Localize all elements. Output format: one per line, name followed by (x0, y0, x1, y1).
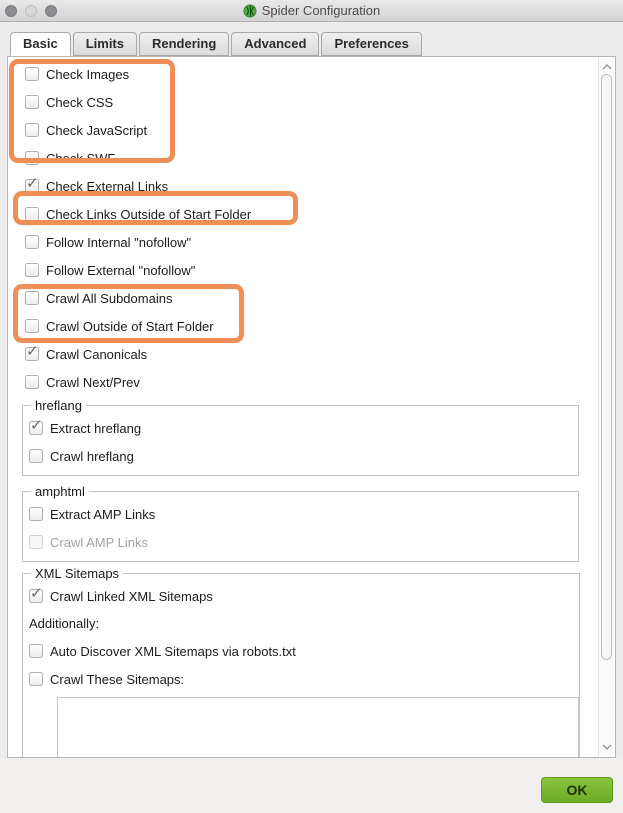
tab-basic[interactable]: Basic (10, 32, 71, 56)
checkbox-list: ✓ Check Images ✓ Check CSS ✓ Check JavaS… (8, 57, 615, 396)
checkbox-label: Crawl AMP Links (50, 535, 148, 550)
checkbox-label: Check CSS (46, 95, 113, 110)
row-check-swf: ✓ Check SWF (8, 144, 615, 172)
auto-discover-sitemaps-checkbox[interactable]: ✓ (29, 644, 43, 658)
scroll-up-icon[interactable] (602, 63, 612, 71)
xml-sitemaps-group: XML Sitemaps ✓ Crawl Linked XML Sitemaps… (22, 566, 580, 758)
row-check-javascript: ✓ Check JavaScript (8, 116, 615, 144)
tab-preferences[interactable]: Preferences (321, 32, 421, 56)
row-crawl-amp-links: ✓ Crawl AMP Links (26, 528, 578, 556)
check-swf-checkbox[interactable]: ✓ (25, 151, 39, 165)
crawl-next-prev-checkbox[interactable]: ✓ (25, 375, 39, 389)
minimize-window-icon[interactable] (25, 5, 37, 17)
row-crawl-canonicals: ✓ Crawl Canonicals (8, 340, 615, 368)
row-follow-internal-nofollow: ✓ Follow Internal "nofollow" (8, 228, 615, 256)
row-check-external-links: ✓ Check External Links (8, 172, 615, 200)
crawl-all-subdomains-checkbox[interactable]: ✓ (25, 291, 39, 305)
row-crawl-hreflang: ✓ Crawl hreflang (26, 442, 578, 470)
spider-app-icon (243, 4, 257, 18)
window-title: Spider Configuration (262, 3, 381, 18)
checkbox-label: Crawl hreflang (50, 449, 134, 464)
check-css-checkbox[interactable]: ✓ (25, 95, 39, 109)
checkbox-label: Crawl Outside of Start Folder (46, 319, 214, 334)
basic-tab-panel: ✓ Check Images ✓ Check CSS ✓ Check JavaS… (7, 56, 616, 758)
vertical-scrollbar[interactable] (598, 58, 614, 756)
checkbox-label: Extract AMP Links (50, 507, 155, 522)
crawl-linked-xml-sitemaps-checkbox[interactable]: ✓ (29, 589, 43, 603)
scroll-down-icon[interactable] (602, 743, 612, 751)
checkbox-label: Follow External "nofollow" (46, 263, 195, 278)
checkbox-label: Crawl These Sitemaps: (50, 672, 184, 687)
checkbox-label: Auto Discover XML Sitemaps via robots.tx… (50, 644, 296, 659)
additionally-label: Additionally: (26, 610, 579, 637)
row-crawl-linked-xml-sitemaps: ✓ Crawl Linked XML Sitemaps (26, 582, 579, 610)
tab-limits[interactable]: Limits (73, 32, 137, 56)
row-check-images: ✓ Check Images (8, 60, 615, 88)
check-javascript-checkbox[interactable]: ✓ (25, 123, 39, 137)
check-links-outside-checkbox[interactable]: ✓ (25, 207, 39, 221)
crawl-hreflang-checkbox[interactable]: ✓ (29, 449, 43, 463)
checkbox-label: Crawl Next/Prev (46, 375, 140, 390)
hreflang-group: hreflang ✓ Extract hreflang ✓ Crawl href… (22, 398, 579, 476)
checkbox-label: Check Images (46, 67, 129, 82)
row-crawl-outside-start-folder: ✓ Crawl Outside of Start Folder (8, 312, 615, 340)
row-crawl-next-prev: ✓ Crawl Next/Prev (8, 368, 615, 396)
checkbox-label: Follow Internal "nofollow" (46, 235, 191, 250)
check-external-links-checkbox[interactable]: ✓ (25, 179, 39, 193)
zoom-window-icon[interactable] (45, 5, 57, 17)
amphtml-legend: amphtml (31, 484, 89, 499)
ok-button[interactable]: OK (541, 777, 613, 803)
crawl-these-sitemaps-checkbox[interactable]: ✓ (29, 672, 43, 686)
checkbox-label: Check External Links (46, 179, 168, 194)
checkbox-label: Check JavaScript (46, 123, 147, 138)
crawl-outside-start-folder-checkbox[interactable]: ✓ (25, 319, 39, 333)
row-extract-hreflang: ✓ Extract hreflang (26, 414, 578, 442)
crawl-amp-links-checkbox: ✓ (29, 535, 43, 549)
follow-external-nofollow-checkbox[interactable]: ✓ (25, 263, 39, 277)
sitemaps-list-input[interactable] (57, 697, 579, 758)
tab-rendering[interactable]: Rendering (139, 32, 229, 56)
row-crawl-all-subdomains: ✓ Crawl All Subdomains (8, 284, 615, 312)
amphtml-group: amphtml ✓ Extract AMP Links ✓ Crawl AMP … (22, 484, 579, 562)
row-check-css: ✓ Check CSS (8, 88, 615, 116)
close-window-icon[interactable] (5, 5, 17, 17)
checkbox-label: Crawl Canonicals (46, 347, 147, 362)
checkbox-label: Crawl All Subdomains (46, 291, 172, 306)
row-check-links-outside-start-folder: ✓ Check Links Outside of Start Folder (8, 200, 615, 228)
title-bar: Spider Configuration (0, 0, 623, 22)
extract-hreflang-checkbox[interactable]: ✓ (29, 421, 43, 435)
scrollbar-thumb[interactable] (601, 74, 612, 660)
row-follow-external-nofollow: ✓ Follow External "nofollow" (8, 256, 615, 284)
tab-strip: Basic Limits Rendering Advanced Preferen… (0, 22, 623, 56)
dialog-footer: OK (0, 758, 623, 813)
checkbox-label: Crawl Linked XML Sitemaps (50, 589, 213, 604)
traffic-lights (0, 5, 57, 17)
row-crawl-these-sitemaps: ✓ Crawl These Sitemaps: (26, 665, 579, 693)
row-extract-amp-links: ✓ Extract AMP Links (26, 500, 578, 528)
crawl-canonicals-checkbox[interactable]: ✓ (25, 347, 39, 361)
check-images-checkbox[interactable]: ✓ (25, 67, 39, 81)
follow-internal-nofollow-checkbox[interactable]: ✓ (25, 235, 39, 249)
checkbox-label: Check Links Outside of Start Folder (46, 207, 251, 222)
checkbox-label: Extract hreflang (50, 421, 141, 436)
xml-sitemaps-legend: XML Sitemaps (31, 566, 123, 581)
hreflang-legend: hreflang (31, 398, 86, 413)
extract-amp-links-checkbox[interactable]: ✓ (29, 507, 43, 521)
row-auto-discover-xml-sitemaps: ✓ Auto Discover XML Sitemaps via robots.… (26, 637, 579, 665)
tab-advanced[interactable]: Advanced (231, 32, 319, 56)
checkbox-label: Check SWF (46, 151, 115, 166)
